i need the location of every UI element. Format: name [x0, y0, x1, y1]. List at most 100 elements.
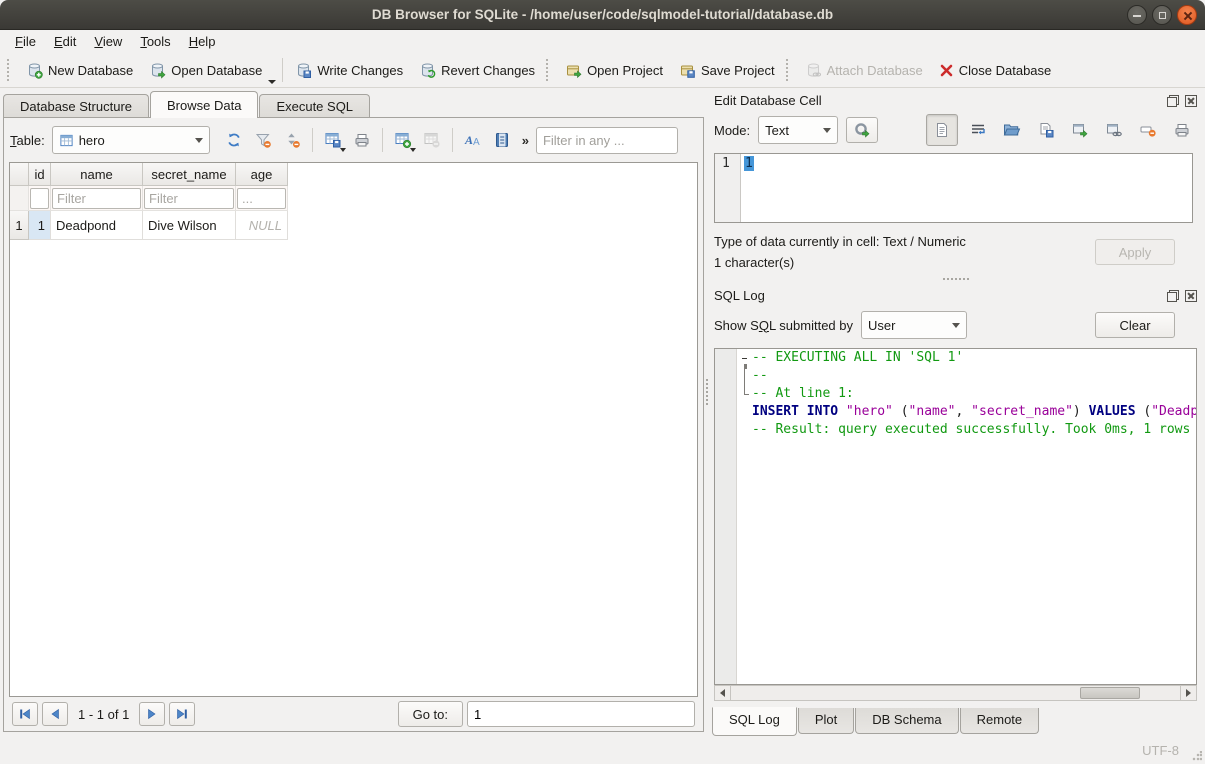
- sql-log-line: 2 --: [715, 367, 1196, 385]
- goto-input[interactable]: [467, 701, 695, 727]
- open-external-button[interactable]: [1066, 116, 1094, 144]
- cell-info: Type of data currently in cell: Text / N…: [712, 225, 1199, 273]
- corner-header[interactable]: [10, 163, 29, 186]
- open-database-button[interactable]: Open Database: [141, 58, 270, 83]
- sql-log-line: 6: [715, 439, 1196, 457]
- float-dock-icon[interactable]: [1167, 95, 1179, 107]
- text-mode-button[interactable]: [926, 114, 958, 146]
- sql-submitter-select[interactable]: User: [861, 311, 967, 339]
- row-header[interactable]: 1: [10, 211, 29, 240]
- first-record-button[interactable]: [12, 702, 38, 726]
- filter-input-name[interactable]: [52, 188, 141, 209]
- menu-view[interactable]: View: [85, 32, 131, 51]
- sql-log-dock-titlebar: SQL Log: [712, 285, 1199, 306]
- cell-type-info: Type of data currently in cell: Text / N…: [714, 231, 966, 252]
- cell-secret-name[interactable]: Dive Wilson: [143, 211, 236, 240]
- mode-select[interactable]: Text: [758, 116, 838, 144]
- tab-remote[interactable]: Remote: [960, 708, 1040, 734]
- svg-text:A: A: [473, 137, 480, 148]
- sql-log-title: SQL Log: [714, 288, 1167, 303]
- print-cell-button[interactable]: [1168, 116, 1196, 144]
- filter-input-id[interactable]: [30, 188, 49, 209]
- toolbar-drag-handle[interactable]: [546, 59, 551, 81]
- resize-grip[interactable]: [1192, 751, 1202, 761]
- scroll-right-arrow[interactable]: [1180, 686, 1196, 700]
- menu-edit[interactable]: Edit: [45, 32, 85, 51]
- menu-file[interactable]: File: [6, 32, 45, 51]
- filter-any-column-input[interactable]: [536, 127, 678, 154]
- import-data-button[interactable]: [998, 116, 1026, 144]
- menu-tools[interactable]: Tools: [131, 32, 179, 51]
- tab-database-structure[interactable]: Database Structure: [3, 94, 149, 118]
- save-results-button[interactable]: [320, 127, 346, 153]
- line-number-gutter: [715, 349, 737, 684]
- copy-link-button[interactable]: [1100, 116, 1128, 144]
- last-record-button[interactable]: [169, 702, 195, 726]
- insert-record-dropdown-caret[interactable]: [410, 148, 416, 152]
- cell-name[interactable]: Deadpond: [51, 211, 143, 240]
- goto-button[interactable]: Go to:: [398, 701, 463, 727]
- vertical-splitter[interactable]: [704, 91, 710, 732]
- column-header-name[interactable]: name: [51, 163, 143, 186]
- insert-record-button[interactable]: [390, 127, 416, 153]
- horizontal-splitter[interactable]: [712, 273, 1199, 285]
- column-header-secret-name[interactable]: secret_name: [143, 163, 236, 186]
- toolbar-drag-handle[interactable]: [7, 59, 12, 81]
- clear-sorting-button[interactable]: [279, 127, 305, 153]
- cell-age[interactable]: NULL: [236, 211, 288, 240]
- new-database-button[interactable]: New Database: [18, 58, 141, 83]
- edit-display-format-button[interactable]: A A: [460, 127, 486, 153]
- tab-browse-data[interactable]: Browse Data: [150, 91, 258, 118]
- close-database-button[interactable]: Close Database: [931, 59, 1060, 82]
- delete-record-button: [419, 127, 445, 153]
- filter-input-secret-name[interactable]: [144, 188, 234, 209]
- word-wrap-button[interactable]: [964, 116, 992, 144]
- column-header-id[interactable]: id: [29, 163, 51, 186]
- browse-controls: Table: hero: [4, 118, 703, 162]
- fold-minus-icon[interactable]: [737, 349, 752, 367]
- table-icon: [59, 133, 74, 148]
- float-dock-icon[interactable]: [1167, 290, 1179, 302]
- tab-db-schema[interactable]: DB Schema: [855, 708, 958, 734]
- clear-filters-button[interactable]: [250, 127, 276, 153]
- previous-record-button[interactable]: [42, 702, 68, 726]
- right-dock: Edit Database Cell Mode: Text: [712, 90, 1199, 737]
- close-dock-icon[interactable]: [1185, 290, 1197, 302]
- auto-switch-mode-button[interactable]: [846, 117, 878, 143]
- tab-plot[interactable]: Plot: [798, 708, 854, 734]
- write-changes-button[interactable]: Write Changes: [287, 58, 411, 83]
- cell-id[interactable]: 1: [29, 211, 51, 240]
- column-header-age[interactable]: age: [236, 163, 288, 186]
- save-results-dropdown-caret[interactable]: [340, 148, 346, 152]
- scrollbar-thumb[interactable]: [1080, 687, 1140, 699]
- sql-log-editor[interactable]: 1 -- EXECUTING ALL IN 'SQL 1' 2 -- 3 -- …: [714, 348, 1197, 685]
- tab-execute-sql[interactable]: Execute SQL: [259, 94, 370, 118]
- close-button[interactable]: [1177, 5, 1197, 25]
- horizontal-scrollbar[interactable]: [714, 685, 1197, 701]
- clear-log-button[interactable]: Clear: [1095, 312, 1175, 338]
- filter-cell-secret-name: [143, 186, 236, 211]
- toolbar-drag-handle[interactable]: [786, 59, 791, 81]
- maximize-button[interactable]: [1152, 5, 1172, 25]
- open-project-button[interactable]: Open Project: [557, 58, 671, 83]
- jump-to-row-button[interactable]: [489, 127, 515, 153]
- scroll-left-arrow[interactable]: [715, 686, 731, 700]
- cell-editor[interactable]: 1 1: [714, 153, 1193, 223]
- encoding-label: UTF-8: [1142, 743, 1179, 758]
- filter-input-age[interactable]: [237, 188, 286, 209]
- tab-sql-log[interactable]: SQL Log: [712, 707, 797, 736]
- close-dock-icon[interactable]: [1185, 95, 1197, 107]
- table-select[interactable]: hero: [52, 126, 210, 154]
- menu-help[interactable]: Help: [180, 32, 225, 51]
- next-record-button[interactable]: [139, 702, 165, 726]
- save-project-button[interactable]: Save Project: [671, 58, 783, 83]
- refresh-button[interactable]: [221, 127, 247, 153]
- print-button[interactable]: [349, 127, 375, 153]
- minimize-button[interactable]: [1127, 5, 1147, 25]
- combo-arrow-icon: [952, 323, 960, 328]
- export-data-button[interactable]: [1032, 116, 1060, 144]
- revert-changes-button[interactable]: Revert Changes: [411, 58, 543, 83]
- status-bar: UTF-8: [0, 737, 1205, 764]
- toolbar-overflow-chevron[interactable]: »: [522, 133, 529, 148]
- set-null-button[interactable]: [1134, 116, 1162, 144]
